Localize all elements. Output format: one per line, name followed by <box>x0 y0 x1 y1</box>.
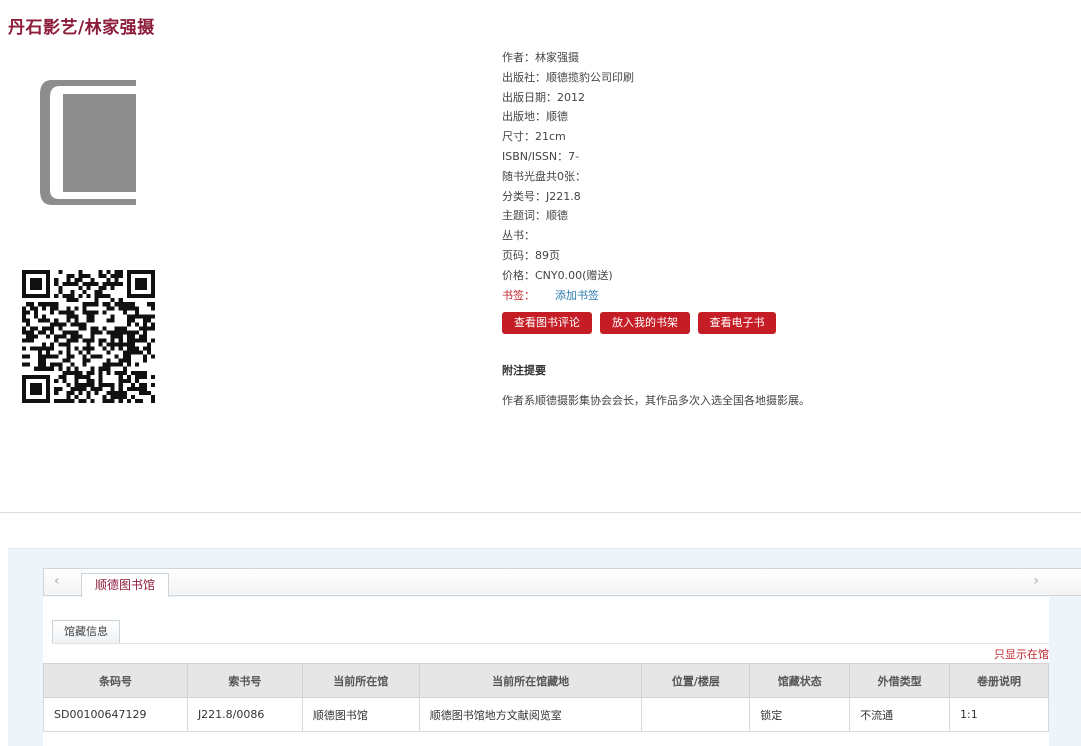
cell-status: 锁定 <box>749 697 851 732</box>
col-floor: 位置/楼层 <box>641 663 751 698</box>
author-title: 林家强摄 <box>84 18 155 38</box>
meta-size: 尺寸：21cm <box>502 130 566 144</box>
col-current-location: 当前所在馆藏地 <box>418 663 643 698</box>
book-metadata: 作者：林家强摄 出版社：顺德揽豹公司印刷 出版日期：2012 出版地：顺德 尺寸… <box>502 48 634 305</box>
view-review-button[interactable]: 查看图书评论 <box>502 312 592 334</box>
table-row: SD00100647129 J221.8/0086 顺德图书馆 顺德图书馆地方文… <box>43 697 1049 732</box>
meta-isbn: ISBN/ISSN：7- <box>502 149 580 163</box>
meta-disc: 随书光盘共0张： <box>502 169 586 183</box>
meta-publish-place: 出版地：顺德 <box>502 110 568 124</box>
col-volume-note: 卷册说明 <box>949 663 1049 698</box>
cell-barcode: SD00100647129 <box>43 697 188 732</box>
scroll-left-icon[interactable]: ‹ <box>54 573 60 589</box>
tab-library[interactable]: 顺德图书馆 <box>81 573 169 597</box>
col-current-library: 当前所在馆 <box>301 663 420 698</box>
abstract-title: 附注提要 <box>502 364 546 377</box>
cell-current-library: 顺德图书馆 <box>301 697 420 732</box>
meta-publisher: 出版社：顺德揽豹公司印刷 <box>502 70 634 84</box>
add-to-shelf-button[interactable]: 放入我的书架 <box>600 312 690 334</box>
cell-volume-note: 1:1 <box>949 697 1049 732</box>
col-call-number: 索书号 <box>186 663 303 698</box>
meta-author: 作者：林家强摄 <box>502 51 579 64</box>
cell-call-number: J221.8/0086 <box>186 697 303 732</box>
col-status: 馆藏状态 <box>749 663 851 698</box>
meta-subject: 主题词：顺德 <box>502 209 568 223</box>
col-barcode: 条码号 <box>43 663 188 698</box>
scroll-right-icon[interactable]: › <box>1033 573 1039 589</box>
meta-publish-date: 出版日期：2012 <box>502 90 585 104</box>
qr-code-icon <box>22 270 155 403</box>
meta-series: 丛书： <box>502 229 535 243</box>
meta-pages: 页码：89页 <box>502 248 560 262</box>
tab-underline <box>52 643 1049 644</box>
book-icon <box>40 80 136 205</box>
view-ebook-button[interactable]: 查看电子书 <box>698 312 776 334</box>
cell-loan-type: 不流通 <box>849 697 951 732</box>
bookmark-label: 书签： <box>502 288 535 302</box>
abstract-text: 作者系顺德摄影集协会会长，其作品多次入选全国各地摄影展。 <box>502 394 810 407</box>
add-bookmark-link[interactable]: 添加书签 <box>555 289 599 302</box>
meta-price: 价格：CNY0.00(赠送) <box>502 268 613 282</box>
only-in-library-link[interactable]: 只显示在馆 <box>994 646 1049 662</box>
table-header-row: 条码号 索书号 当前所在馆 当前所在馆藏地 位置/楼层 馆藏状态 外借类型 卷册… <box>43 663 1049 698</box>
library-tabbar: ‹ 顺德图书馆 › <box>43 568 1081 597</box>
holdings-table: 条码号 索书号 当前所在馆 当前所在馆藏地 位置/楼层 馆藏状态 外借类型 卷册… <box>43 663 1049 732</box>
meta-classification: 分类号：J221.8 <box>502 189 581 203</box>
bookmark-row: 书签： 添加书签 <box>502 286 634 306</box>
title-separator: / <box>78 18 85 38</box>
page-title: 丹石影艺/林家强摄 <box>8 13 155 38</box>
cell-current-location: 顺德图书馆地方文献阅览室 <box>418 697 643 732</box>
cell-floor <box>641 697 751 732</box>
series-name: 丹石影艺 <box>8 18 78 38</box>
tab-holdings-info[interactable]: 馆藏信息 <box>52 620 120 644</box>
col-loan-type: 外借类型 <box>849 663 951 698</box>
divider <box>0 512 1081 513</box>
action-buttons: 查看图书评论 放入我的书架 查看电子书 <box>502 312 776 334</box>
